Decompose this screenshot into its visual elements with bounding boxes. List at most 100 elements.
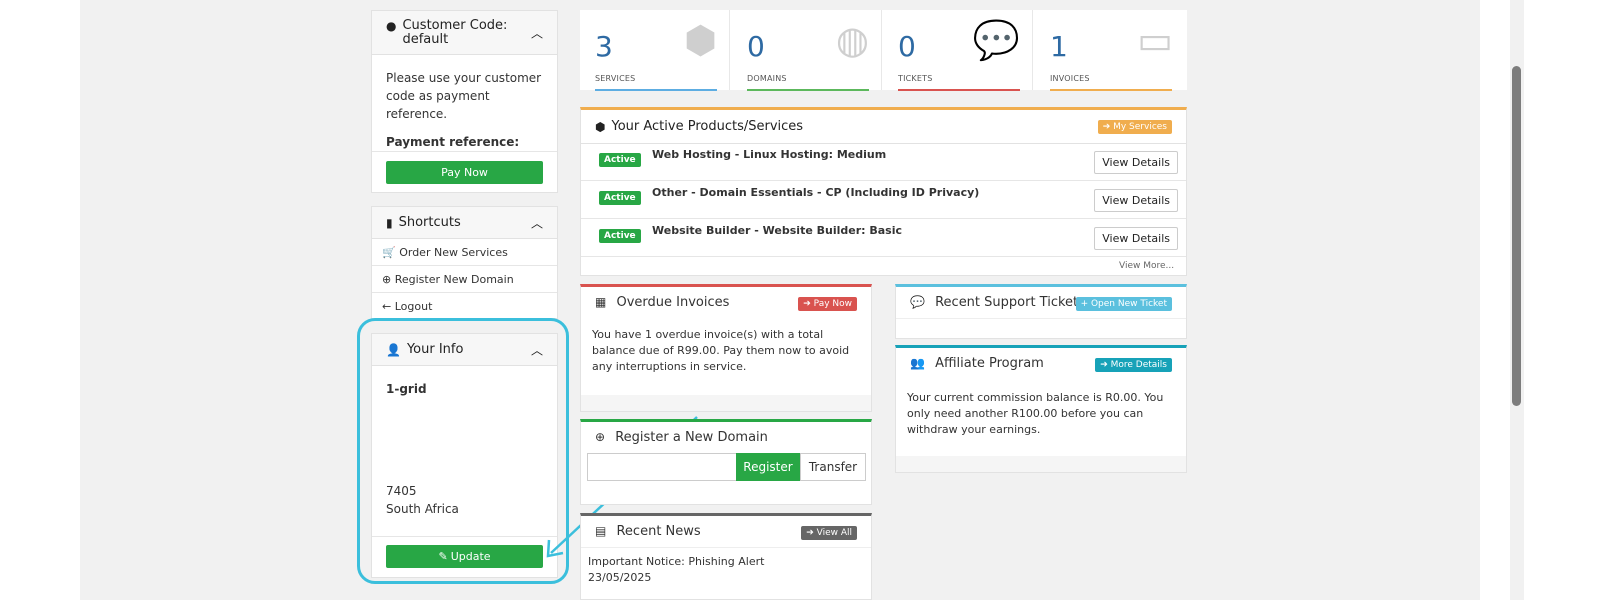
status-badge: Active <box>599 191 641 205</box>
active-products-header: ⬢ Your Active Products/Services ➔ My Ser… <box>581 110 1186 144</box>
more-details-button[interactable]: ➔ More Details <box>1095 358 1172 372</box>
open-new-ticket-label: Open New Ticket <box>1090 299 1167 309</box>
transfer-button[interactable]: Transfer <box>800 453 866 481</box>
view-all-label: View All <box>816 528 852 538</box>
scrollbar-thumb[interactable] <box>1512 66 1521 406</box>
view-all-button[interactable]: ➔ View All <box>801 526 857 540</box>
news-item[interactable]: Important Notice: Phishing Alert 23/05/2… <box>581 548 871 592</box>
credit-card-icon: ▭ <box>1137 18 1173 62</box>
customer-code-message: Please use your customer code as payment… <box>386 71 542 121</box>
users-icon: 👥 <box>910 356 925 370</box>
newspaper-icon: ▤ <box>595 524 607 538</box>
view-details-button[interactable]: View Details <box>1094 189 1178 212</box>
shortcut-label: Logout <box>394 300 433 313</box>
shortcuts-header[interactable]: ▮ Shortcuts ︿ <box>372 207 557 239</box>
cube-icon: ⬢ <box>683 18 717 62</box>
shortcuts-title: Shortcuts <box>398 215 461 230</box>
domains-label: DOMAINS <box>747 74 787 83</box>
shortcut-register-new-domain[interactable]: ⊕ Register New Domain <box>382 273 514 286</box>
globe-icon: ⊕ <box>382 273 392 286</box>
divider <box>372 151 557 152</box>
domains-count: 0 <box>747 30 765 63</box>
payment-reference-label: Payment reference: <box>386 135 520 149</box>
overdue-invoices-title: Overdue Invoices <box>616 295 730 310</box>
my-services-button[interactable]: ➔ My Services <box>1097 120 1172 134</box>
open-new-ticket-button[interactable]: + Open New Ticket <box>1075 297 1172 311</box>
view-details-button[interactable]: View Details <box>1094 151 1178 174</box>
news-item-date: 23/05/2025 <box>588 571 652 584</box>
pay-now-badge-button[interactable]: ➔ Pay Now <box>798 297 857 311</box>
cart-icon: 🛒 <box>382 246 396 259</box>
overdue-invoices-header: ▦ Overdue Invoices ➔ Pay Now <box>581 287 871 317</box>
bookmark-icon: ▮ <box>386 215 393 230</box>
news-item-title: Important Notice: Phishing Alert <box>588 555 765 568</box>
recent-news-panel: ▤ Recent News ➔ View All Important Notic… <box>580 513 872 600</box>
chevron-up-icon[interactable]: ︿ <box>531 214 543 231</box>
view-details-button[interactable]: View Details <box>1094 227 1178 250</box>
customer-code-title: Customer Code: default <box>402 18 508 47</box>
arrow-left-icon: ← <box>382 300 392 313</box>
calculator-icon: ▦ <box>595 295 607 309</box>
shortcut-logout[interactable]: ← Logout <box>382 300 432 313</box>
services-count: 3 <box>595 30 613 63</box>
affiliate-program-title: Affiliate Program <box>935 356 1044 371</box>
register-button[interactable]: Register <box>736 453 800 481</box>
my-services-label: My Services <box>1113 122 1167 132</box>
stat-tickets[interactable]: 0 TICKETS 💬 <box>883 10 1033 91</box>
invoices-count: 1 <box>1050 30 1068 63</box>
cube-icon: ⬢ <box>595 119 606 134</box>
shortcut-label: Register New Domain <box>394 273 514 286</box>
overdue-invoices-panel: ▦ Overdue Invoices ➔ Pay Now You have 1 … <box>580 284 872 412</box>
shortcut-label: Order New Services <box>399 246 508 259</box>
services-underline <box>595 89 717 91</box>
comments-icon: 💬 <box>972 18 1020 62</box>
divider <box>372 292 557 293</box>
invoices-underline <box>1050 89 1172 91</box>
product-name: Website Builder - Website Builder: Basic <box>652 224 903 237</box>
divider <box>372 265 557 266</box>
pay-now-label: Pay Now <box>813 299 852 309</box>
highlight-annotation <box>357 318 569 584</box>
product-row[interactable]: Active Web Hosting - Linux Hosting: Medi… <box>581 144 1186 181</box>
services-label: SERVICES <box>595 74 636 83</box>
panel-footer <box>581 395 871 411</box>
tickets-label: TICKETS <box>898 74 933 83</box>
recent-news-title: Recent News <box>616 524 701 539</box>
panel-footer <box>896 456 1186 472</box>
status-badge: Active <box>599 153 641 167</box>
tickets-underline <box>898 89 1020 91</box>
register-domain-header: ⊕ Register a New Domain <box>581 422 871 452</box>
active-products-title: Your Active Products/Services <box>611 119 804 134</box>
more-details-label: More Details <box>1110 360 1167 370</box>
pay-now-button[interactable]: Pay Now <box>386 161 543 184</box>
affiliate-program-panel: 👥 Affiliate Program ➔ More Details Your … <box>895 345 1187 473</box>
invoices-label: INVOICES <box>1050 74 1090 83</box>
status-badge: Active <box>599 229 641 243</box>
domain-search-input[interactable] <box>587 453 737 481</box>
chevron-up-icon[interactable]: ︿ <box>531 24 543 41</box>
comments-icon: 💬 <box>910 295 925 309</box>
domains-underline <box>747 89 869 91</box>
shortcut-order-new-services[interactable]: 🛒 Order New Services <box>382 246 508 259</box>
affiliate-text: Your current commission balance is R0.00… <box>907 391 1164 436</box>
globe-icon: ⊕ <box>595 430 606 444</box>
stat-invoices[interactable]: 1 INVOICES ▭ <box>1035 10 1185 91</box>
customer-code-header[interactable]: ● Customer Code: default ︿ <box>372 11 557 55</box>
view-more-link[interactable]: View More... <box>1119 261 1174 271</box>
support-tickets-title: Recent Support Tickets <box>935 295 1085 310</box>
support-tickets-panel: 💬 Recent Support Tickets + Open New Tick… <box>895 284 1187 339</box>
tickets-count: 0 <box>898 30 916 63</box>
user-circle-icon: ● <box>386 19 397 33</box>
globe-icon: ◍ <box>835 18 869 62</box>
overdue-invoices-text: You have 1 overdue invoice(s) with a tot… <box>592 328 850 373</box>
register-domain-title: Register a New Domain <box>615 430 768 445</box>
product-name: Other - Domain Essentials - CP (Includin… <box>652 186 980 199</box>
affiliate-program-header: 👥 Affiliate Program ➔ More Details <box>896 348 1186 380</box>
product-row[interactable]: Active Website Builder - Website Builder… <box>581 220 1186 257</box>
product-name: Web Hosting - Linux Hosting: Medium <box>652 148 887 161</box>
stat-domains[interactable]: 0 DOMAINS ◍ <box>732 10 882 91</box>
stat-services[interactable]: 3 SERVICES ⬢ <box>580 10 730 91</box>
product-row[interactable]: Active Other - Domain Essentials - CP (I… <box>581 182 1186 219</box>
recent-news-header: ▤ Recent News ➔ View All <box>581 516 871 548</box>
support-tickets-header: 💬 Recent Support Tickets + Open New Tick… <box>896 287 1186 319</box>
